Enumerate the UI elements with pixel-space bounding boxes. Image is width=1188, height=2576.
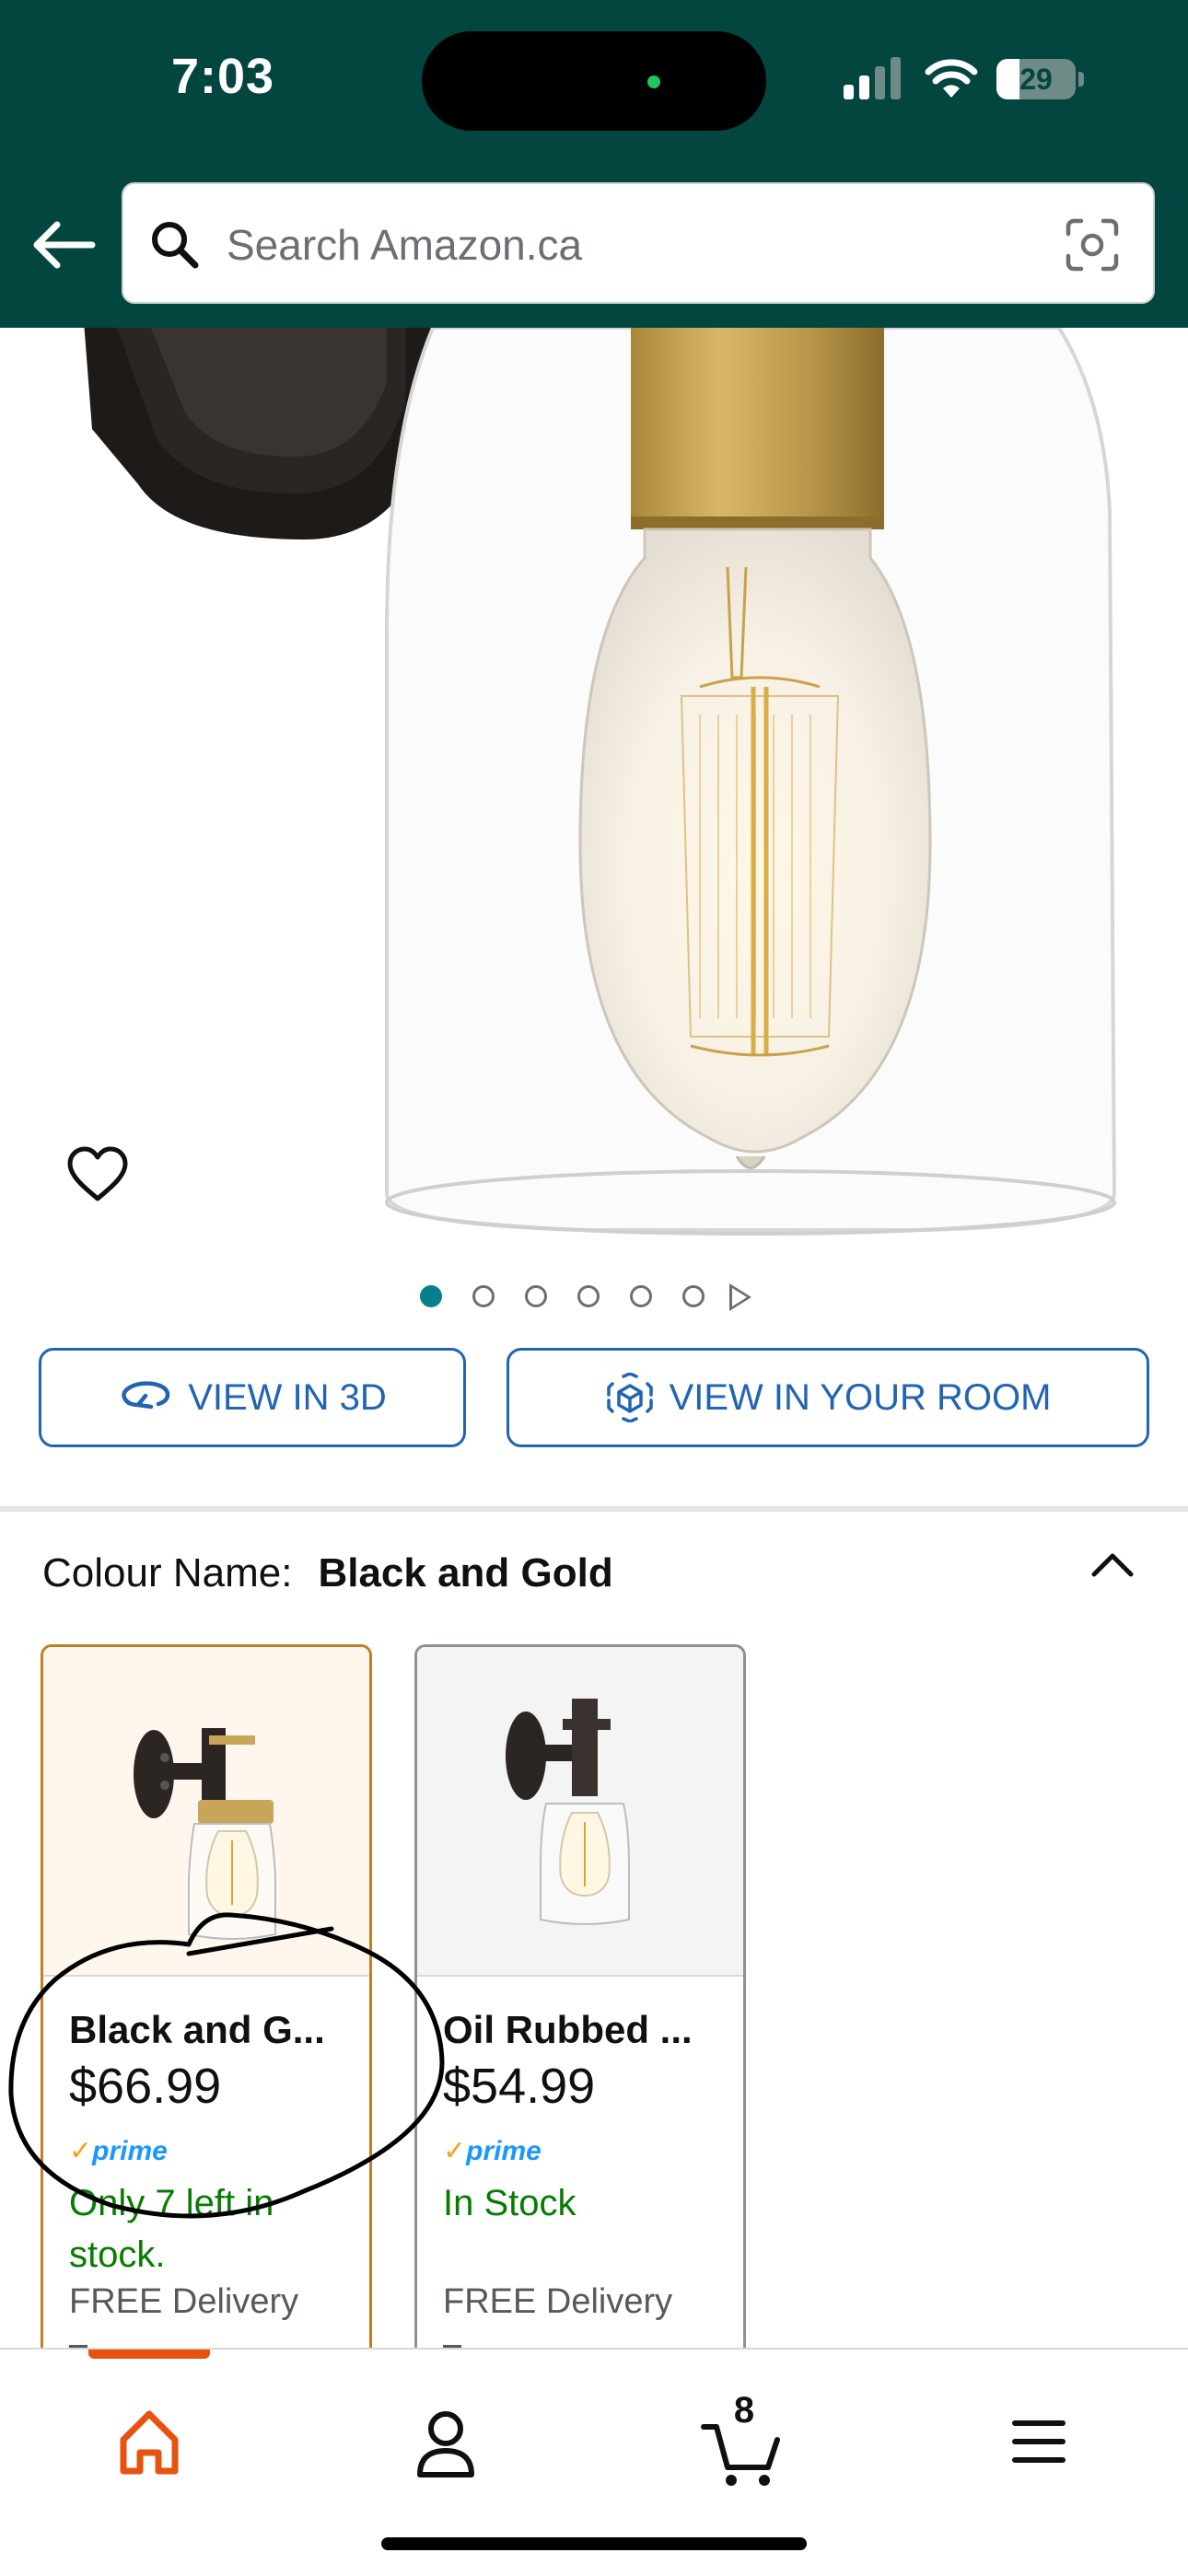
carousel-dot[interactable] [630, 1285, 652, 1307]
view-in-your-room-label: VIEW IN YOUR ROOM [669, 1376, 1052, 1418]
carousel-dot[interactable] [420, 1285, 442, 1307]
search-icon [152, 222, 199, 269]
home-icon[interactable] [94, 2386, 204, 2497]
active-tab-indicator [88, 2350, 210, 2359]
search-bar[interactable]: Search Amazon.ca [122, 182, 1155, 304]
product-image[interactable] [0, 328, 1188, 1340]
option-price: $66.99 [69, 2059, 222, 2114]
carousel-dot[interactable] [472, 1285, 495, 1307]
status-time: 7:03 [171, 49, 275, 104]
battery-icon: 29 [996, 59, 1085, 99]
wifi-icon [925, 59, 978, 98]
prime-check-icon: ✓ [69, 2136, 93, 2166]
chevron-up-icon[interactable] [1089, 1547, 1136, 1580]
colour-name-label: Colour Name: [42, 1550, 293, 1595]
battery-level: 29 [1019, 63, 1053, 96]
stock-status: In Stock [443, 2183, 577, 2223]
rotate-3d-icon [122, 1381, 170, 1410]
wall-sconce-image [84, 328, 1117, 1236]
colour-option-thumbnail [43, 1647, 369, 1975]
home-indicator-bar [381, 2537, 807, 2550]
account-icon[interactable] [390, 2386, 501, 2497]
option-price: $54.99 [443, 2059, 596, 2114]
option-name: Black and G... [69, 2008, 325, 2051]
section-divider [0, 1506, 1188, 1512]
ar-cube-icon [606, 1373, 653, 1422]
image-carousel-dots[interactable] [0, 1278, 1188, 1315]
stock-status: Only 7 left in stock. [69, 2183, 274, 2275]
camera-scan-icon[interactable] [1065, 217, 1120, 273]
dynamic-island [422, 31, 766, 131]
search-input[interactable]: Search Amazon.ca [227, 219, 582, 271]
prime-badge: ✓prime [443, 2136, 542, 2166]
cart-button[interactable]: 8 [685, 2386, 796, 2497]
camera-indicator-dot [647, 75, 660, 88]
menu-icon[interactable] [984, 2386, 1094, 2497]
carousel-dot[interactable] [577, 1285, 600, 1307]
colour-option-card[interactable]: Black and G... $66.99 ✓prime Only 7 left… [41, 1644, 372, 2362]
carousel-dot[interactable] [525, 1285, 547, 1307]
view-in-your-room-button[interactable]: VIEW IN YOUR ROOM [507, 1348, 1149, 1447]
prime-badge: ✓prime [69, 2136, 168, 2166]
colour-option-thumbnail [417, 1647, 743, 1975]
delivery-info: FREE Delivery [443, 2282, 673, 2321]
colour-name-value: Black and Gold [318, 1550, 613, 1595]
back-arrow-icon[interactable] [28, 217, 98, 273]
view-in-3d-button[interactable]: VIEW IN 3D [39, 1348, 466, 1447]
cellular-signal-icon [844, 57, 901, 99]
cart-count-badge: 8 [733, 2390, 755, 2431]
colour-option-card[interactable]: Oil Rubbed ... $54.99 ✓prime In Stock FR… [414, 1644, 746, 2362]
video-play-icon[interactable] [729, 1283, 751, 1311]
carousel-dot[interactable] [682, 1285, 705, 1307]
option-name: Oil Rubbed ... [443, 2008, 693, 2051]
view-in-3d-label: VIEW IN 3D [188, 1376, 387, 1418]
wishlist-heart-icon[interactable] [64, 1145, 131, 1204]
delivery-info: FREE Delivery [69, 2282, 299, 2321]
prime-check-icon: ✓ [443, 2136, 467, 2166]
app-header: 7:03 29 Search Amazon.ca [0, 0, 1188, 328]
colour-name-row: Colour Name: Black and Gold [42, 1550, 613, 1596]
